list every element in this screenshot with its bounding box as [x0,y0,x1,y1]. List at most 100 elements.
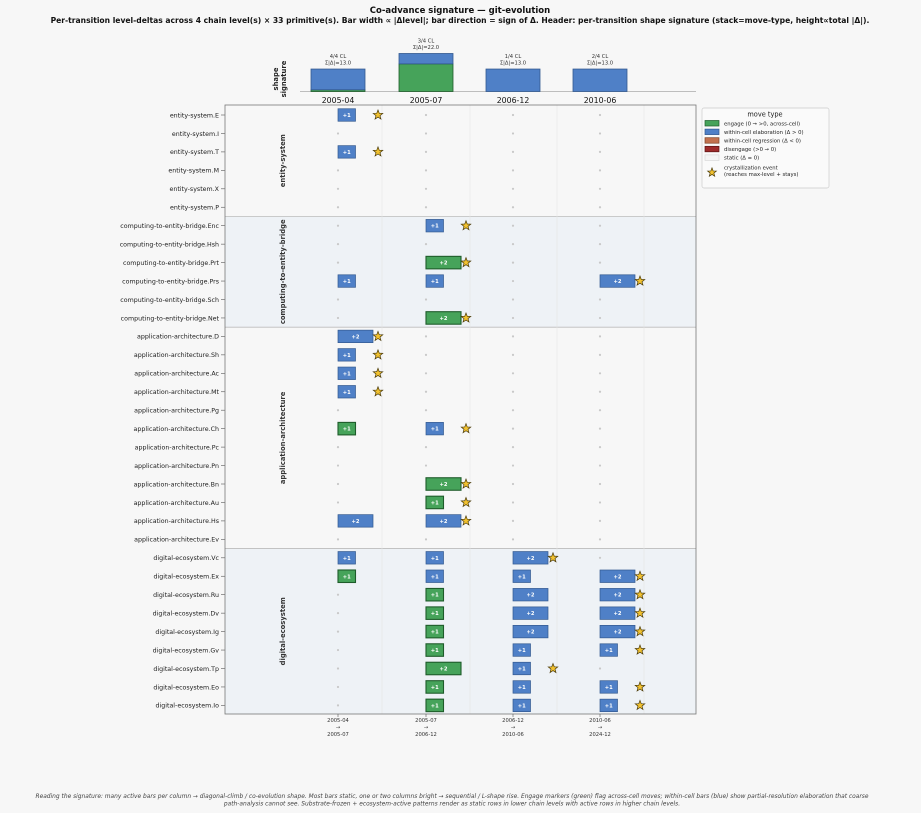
group-label: computing-to-entity-bridge [279,219,287,324]
delta-label: +2 [527,556,535,562]
static-dot [598,298,602,301]
group-band [225,216,696,328]
delta-cell: +1 [512,698,531,713]
delta-cell: +1 [425,551,444,565]
static-dot [598,353,602,356]
static-dot [511,224,515,227]
delta-cell: +1 [425,274,444,288]
delta-cell: +1 [425,624,445,639]
static-dot [336,482,340,486]
row-label: application-architecture.Pn [134,463,219,470]
static-dot [598,187,602,190]
delta-label: +1 [431,593,439,599]
delta-cell: +1 [337,421,357,436]
delta-label: +2 [440,261,448,267]
footnote-line: path-analysis cannot see. Substrate-froz… [223,802,680,808]
delta-cell: +2 [512,588,549,602]
group-label: application-architecture [279,391,287,484]
row-label: application-architecture.Au [134,500,219,507]
static-dot [511,427,515,430]
delta-cell: +2 [512,606,549,620]
legend-item: static (Δ = 0) [704,154,759,162]
static-dot [598,556,602,559]
row-label: computing-to-entity-bridge.Hsh [120,241,219,248]
static-dot [598,372,602,375]
header-label-line: shape [272,67,280,90]
delta-label: +1 [431,279,439,285]
row-label: entity-system.T [170,149,219,156]
delta-label: +1 [431,703,439,709]
row-label: application-architecture.Pc [135,444,220,451]
static-dot [598,409,602,412]
delta-cell: +2 [512,624,549,639]
delta-cell: +1 [425,680,445,694]
delta-cell: +1 [425,569,444,583]
static-dot [598,150,602,153]
delta-label: +1 [431,648,439,654]
row-label: entity-system.E [170,112,219,119]
static-dot [336,704,340,707]
static-dot [424,150,428,153]
static-dot [511,261,515,264]
delta-cell: +1 [425,698,445,713]
co-advance-chart: Co-advance signature — git-evolution Per… [35,6,869,808]
static-dot [336,464,340,467]
header-sum-label: Σ|Δ|=13.0 [587,61,613,67]
legend-item-label: within-cell elaboration (Δ > 0) [724,130,804,136]
delta-cell: +1 [512,569,531,583]
static-dot [336,224,340,227]
column-footer-label: → [511,725,516,731]
row-label: computing-to-entity-bridge.Prs [122,278,219,285]
static-dot [336,206,340,209]
column-label: 2006-12 [497,96,530,105]
static-dot [424,335,428,338]
delta-label: +2 [352,334,360,340]
delta-label: +1 [605,703,613,709]
legend-swatch [704,128,720,135]
row-label: application-architecture.Mt [134,389,220,396]
delta-label: +1 [518,574,526,580]
static-dot [598,316,602,320]
delta-cell: +2 [337,514,374,528]
static-dot [511,409,515,412]
legend-item-label: static (Δ = 0) [724,156,759,162]
static-dot [598,224,602,227]
static-dot [511,482,515,486]
legend-item-label: engage (0 → >0, across-cell) [724,121,800,127]
row-label: digital-ecosystem.Dv [153,610,220,617]
legend-item-label: within-cell regression (Δ < 0) [724,139,801,145]
header-sum-label: Σ|Δ|=13.0 [325,61,351,67]
static-dot [511,390,515,393]
static-dot [511,298,515,301]
legend-item-label: disengage (>0 → 0) [724,147,776,153]
header-cl-label: 3/4 CL [418,39,435,45]
row-label: application-architecture.D [137,334,219,341]
delta-label: +1 [343,556,351,562]
delta-cell: +1 [425,587,445,602]
static-dot [336,685,340,689]
static-dot [336,169,340,172]
delta-label: +2 [440,482,448,488]
static-dot [424,169,428,172]
static-dot [511,150,515,153]
row-label: digital-ecosystem.Io [155,703,219,710]
static-dot [336,409,340,412]
header-elab-bar [398,53,454,65]
delta-label: +2 [440,519,448,525]
static-dot [336,630,340,633]
delta-label: +1 [431,685,439,691]
delta-label: +1 [605,648,613,654]
static-dot [424,446,428,449]
row-label: digital-ecosystem.Gv [153,647,220,654]
group-label: digital-ecosystem [279,597,287,665]
legend-item: disengage (>0 → 0) [704,145,776,153]
row-label: digital-ecosystem.Ig [155,629,219,636]
column-footer-label: 2005-07 [327,732,349,738]
legend-title: move type [747,111,782,119]
header-elab-bar [310,68,366,91]
delta-label: +2 [440,316,448,322]
header-cl-label: 2/4 CL [592,54,609,60]
legend-swatch [704,120,720,127]
column-label: 2005-07 [410,96,443,105]
delta-label: +1 [518,685,526,691]
